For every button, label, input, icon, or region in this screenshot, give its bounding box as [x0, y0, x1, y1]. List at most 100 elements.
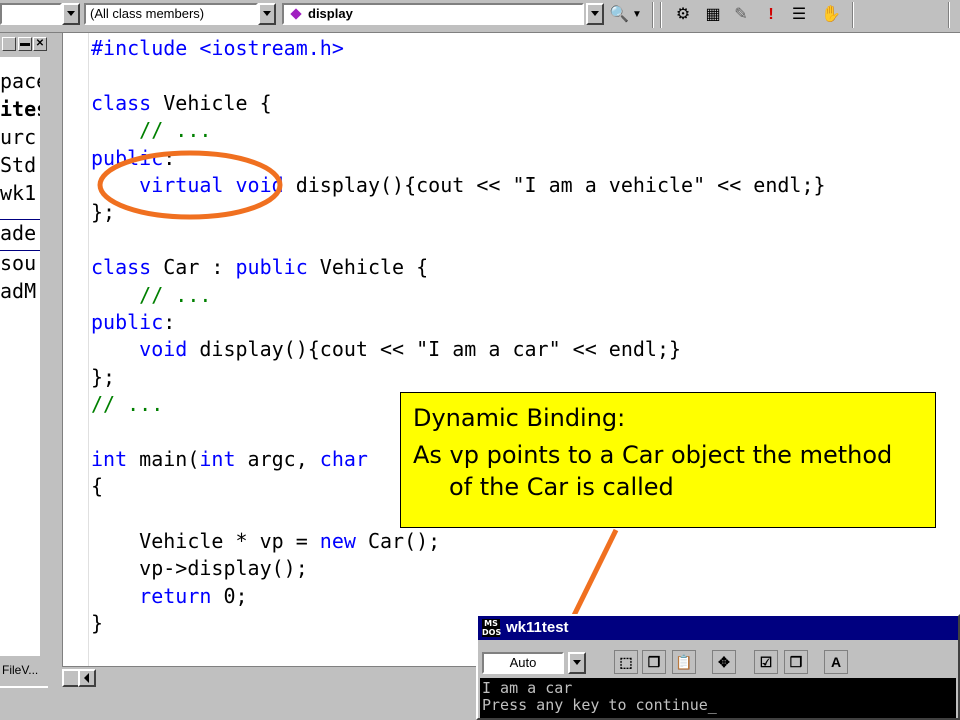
code-keyword: class: [91, 90, 152, 115]
code-line: public:: [91, 309, 826, 336]
callout-title: Dynamic Binding:: [413, 404, 626, 432]
font-size-combo[interactable]: Auto: [482, 652, 564, 674]
properties-icon[interactable]: ☑: [754, 650, 778, 674]
code-keyword: int: [91, 446, 128, 471]
workspace-titlebar: ▬ ✕: [0, 33, 48, 57]
font-icon[interactable]: A: [824, 650, 848, 674]
console-window: MS DOS wk11test Auto ⬚ ❐ 📋 ✥ ☑ ❒ A I am a…: [476, 614, 960, 720]
mark-icon[interactable]: ⬚: [614, 650, 638, 674]
code-editor[interactable]: #include <iostream.h> class Vehicle { // …: [62, 33, 960, 666]
code-line: // ...: [91, 117, 826, 144]
code-comment: // ...: [91, 282, 212, 307]
toolbar-separator: [660, 2, 662, 28]
code-text: Vehicle * vp =: [91, 529, 320, 554]
class-combo-dropdown-button[interactable]: [62, 3, 80, 25]
code-text: argc,: [235, 446, 320, 471]
class-combo[interactable]: [0, 3, 62, 25]
editor-scroll-left-button[interactable]: [78, 669, 96, 687]
code-text: vp->display();: [91, 556, 308, 581]
code-line: public:: [91, 145, 826, 172]
editor-horizontal-scrollbar[interactable]: [62, 666, 482, 689]
code-keyword: return: [139, 583, 212, 608]
pane-splitter[interactable]: [48, 33, 62, 688]
workspace-tree-item[interactable]: adM: [0, 279, 36, 303]
workspace-tree-item[interactable]: wk1: [0, 181, 36, 205]
workspace-vertical-scrollbar[interactable]: [40, 57, 48, 657]
build-icon[interactable]: ▦: [702, 4, 724, 26]
copy-icon[interactable]: ❐: [642, 650, 666, 674]
paste-icon[interactable]: 📋: [672, 650, 696, 674]
code-text: Vehicle {: [307, 255, 429, 280]
workspace-dock-button[interactable]: [2, 37, 16, 51]
code-keyword: class: [91, 255, 152, 280]
function-combo[interactable]: display: [282, 3, 584, 25]
code-keyword: new: [319, 529, 356, 554]
code-text: :: [163, 145, 176, 170]
members-filter-dropdown-button[interactable]: [258, 3, 276, 25]
code-line: Vehicle * vp = new Car();: [91, 528, 826, 555]
find-dropdown-icon[interactable]: ▼: [630, 4, 644, 26]
code-keyword: public: [91, 145, 164, 170]
function-combo-value: display: [308, 6, 353, 21]
toolbar: (All class members) display 🔍 ▼ ⚙ ▦ ✎ ! …: [0, 0, 960, 33]
workspace-pane: ▬ ✕ pace ites urc Std wk1 ade sou adM: [0, 33, 49, 688]
stop-build-icon[interactable]: ✎: [730, 4, 752, 26]
find-in-files-icon[interactable]: 🔍: [608, 4, 630, 26]
output-icon[interactable]: ☰: [788, 4, 810, 26]
toolbar-separator: [852, 2, 854, 28]
code-line: void display(){cout << "I am a car" << e…: [91, 336, 826, 363]
code-line: vp->display();: [91, 555, 826, 582]
code-text: };: [91, 364, 116, 389]
execute-icon[interactable]: !: [760, 4, 782, 26]
code-text: {: [91, 474, 104, 499]
code-line: class Car : public Vehicle {: [91, 254, 826, 281]
console-output-line: Press any key to continue_: [482, 696, 717, 714]
editor-gutter: [63, 33, 89, 666]
dynamic-binding-callout: Dynamic Binding: As vp points to a Car o…: [400, 392, 936, 528]
msdos-icon[interactable]: MS DOS: [482, 619, 501, 637]
background-icon[interactable]: ❒: [784, 650, 808, 674]
code-text: display(){cout << "I am a car" << endl;}: [187, 337, 682, 362]
fileview-tab[interactable]: FileV...: [0, 656, 50, 686]
workspace-tree-item[interactable]: sou: [0, 251, 36, 275]
toolbar-separator: [948, 2, 950, 28]
callout-text: As vp points to a Car object the method …: [413, 441, 893, 501]
code-line: };: [91, 364, 826, 391]
code-text: 0;: [211, 583, 248, 608]
full-screen-icon[interactable]: ✥: [712, 650, 736, 674]
font-size-dropdown-button[interactable]: [568, 652, 586, 674]
hand-icon[interactable]: ✋: [820, 4, 842, 26]
code-keyword: int: [199, 446, 236, 471]
code-keyword: public: [91, 309, 164, 334]
workspace-restore-button[interactable]: ▬: [18, 37, 32, 51]
code-keyword: public: [235, 255, 308, 280]
console-output[interactable]: I am a car Press any key to continue_: [480, 678, 956, 718]
workspace-tree-item[interactable]: urc: [0, 125, 36, 149]
code-text: main(: [127, 446, 200, 471]
console-output-line: I am a car: [482, 679, 573, 697]
members-filter-combo[interactable]: (All class members): [84, 3, 258, 25]
code-text: :: [163, 309, 176, 334]
code-text: Car();: [355, 529, 441, 554]
console-toolbar: Auto ⬚ ❐ 📋 ✥ ☑ ❒ A: [478, 640, 958, 678]
code-keyword: #include <iostream.h>: [91, 36, 344, 60]
code-comment: // ...: [91, 118, 212, 143]
code-keyword: void: [235, 172, 284, 197]
workspace-close-button[interactable]: ✕: [33, 37, 47, 51]
code-text: };: [91, 200, 116, 225]
console-titlebar[interactable]: MS DOS wk11test: [478, 616, 958, 640]
code-comment: // ...: [91, 392, 164, 417]
code-keyword: void: [139, 337, 188, 362]
code-text: Vehicle {: [151, 90, 272, 115]
code-line: // ...: [91, 282, 826, 309]
workspace-tree-item[interactable]: Std: [0, 153, 36, 177]
fileview-tab-label: FileV...: [2, 663, 39, 677]
function-combo-dropdown-button[interactable]: [586, 3, 604, 25]
code-line: virtual void display(){cout << "I am a v…: [91, 172, 825, 199]
compile-icon[interactable]: ⚙: [672, 4, 694, 26]
console-title: wk11test: [506, 619, 569, 636]
